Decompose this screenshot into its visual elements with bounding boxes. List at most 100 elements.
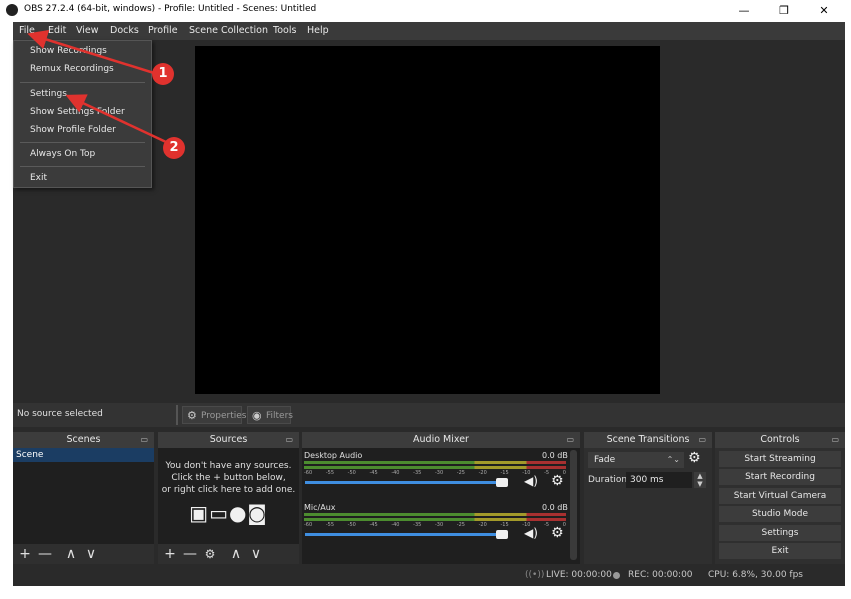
transition-select[interactable]: Fade ⌃⌄ bbox=[588, 452, 684, 468]
scene-item[interactable]: Scene bbox=[13, 448, 154, 462]
menu-show-recordings[interactable]: Show Recordings bbox=[14, 42, 151, 60]
duration-stepper[interactable]: ▲ ▼ bbox=[694, 472, 706, 488]
start-virtual-camera-button[interactable]: Start Virtual Camera bbox=[719, 488, 841, 504]
filters-button[interactable]: ◉ Filters bbox=[247, 406, 293, 424]
obs-logo-icon bbox=[6, 4, 18, 16]
scenes-toolbar: + — ∧ ∨ bbox=[13, 544, 154, 564]
transitions-title: Scene Transitions bbox=[606, 434, 690, 445]
close-button[interactable]: ✕ bbox=[805, 0, 843, 22]
controls-body: Start Streaming Start Recording Start Vi… bbox=[715, 448, 845, 564]
volume-slider-handle[interactable] bbox=[496, 530, 508, 539]
cpu-fps-readout: CPU: 6.8%, 30.00 fps bbox=[708, 570, 803, 580]
add-scene-icon[interactable]: + bbox=[17, 544, 33, 564]
menu-always-on-top[interactable]: Always On Top bbox=[14, 145, 151, 163]
menu-docks[interactable]: Docks bbox=[110, 22, 139, 40]
context-divider bbox=[176, 405, 178, 425]
undock-icon[interactable]: ▭ bbox=[140, 432, 148, 448]
sources-empty-line: or right click here to add one. bbox=[161, 485, 296, 495]
speaker-icon[interactable]: ◀) bbox=[524, 474, 538, 488]
audio-mixer-title: Audio Mixer bbox=[413, 434, 469, 445]
volume-meter bbox=[304, 466, 566, 469]
sources-dock-header: Sources ▭ bbox=[158, 432, 299, 448]
channel-level: 0.0 dB bbox=[542, 503, 568, 512]
settings-button[interactable]: Settings bbox=[719, 525, 841, 541]
menu-separator bbox=[20, 82, 145, 83]
menu-remux-recordings[interactable]: Remux Recordings bbox=[14, 60, 151, 78]
start-recording-button[interactable]: Start Recording bbox=[719, 469, 841, 485]
scene-transitions-dock: Scene Transitions ▭ Fade ⌃⌄ ⚙ Duration 3… bbox=[584, 432, 712, 564]
speaker-icon[interactable]: ◀) bbox=[524, 526, 538, 540]
volume-meter bbox=[304, 461, 566, 464]
sources-list[interactable]: You don't have any sources. Click the + … bbox=[158, 448, 299, 544]
remove-scene-icon[interactable]: — bbox=[37, 544, 53, 564]
annotation-badge-2: 2 bbox=[163, 137, 185, 159]
scenes-dock-title: Scenes bbox=[66, 434, 101, 445]
sources-empty-line: Click the + button below, bbox=[171, 473, 286, 483]
menu-profile[interactable]: Profile bbox=[148, 22, 178, 40]
move-down-icon[interactable]: ∨ bbox=[83, 544, 99, 564]
scenes-dock: Scenes ▭ Scene + — ∧ ∨ bbox=[13, 432, 154, 564]
menu-scene-collection[interactable]: Scene Collection bbox=[189, 22, 268, 40]
volume-slider[interactable] bbox=[305, 481, 505, 484]
menu-tools[interactable]: Tools bbox=[273, 22, 296, 40]
menu-show-settings-folder[interactable]: Show Settings Folder bbox=[14, 103, 151, 121]
filters-label: Filters bbox=[266, 411, 293, 421]
camera-icon: ◙ bbox=[247, 501, 268, 525]
chevron-updown-icon: ⌃⌄ bbox=[666, 455, 680, 464]
menu-help[interactable]: Help bbox=[307, 22, 329, 40]
maximize-button[interactable]: ❐ bbox=[765, 0, 803, 22]
minimize-button[interactable]: — bbox=[725, 0, 763, 22]
move-down-icon[interactable]: ∨ bbox=[248, 544, 264, 564]
move-up-icon[interactable]: ∧ bbox=[63, 544, 79, 564]
volume-meter bbox=[304, 513, 566, 516]
browser-globe-icon: ● bbox=[228, 501, 248, 525]
source-settings-gear-icon[interactable]: ⚙ bbox=[202, 544, 218, 564]
live-timer: LIVE: 00:00:00 bbox=[546, 570, 612, 580]
duration-input[interactable]: 300 ms bbox=[626, 472, 692, 488]
scenes-list[interactable]: Scene bbox=[13, 448, 154, 544]
exit-button[interactable]: Exit bbox=[719, 543, 841, 559]
menu-show-profile-folder[interactable]: Show Profile Folder bbox=[14, 121, 151, 139]
monitor-icon: ▭ bbox=[209, 501, 229, 525]
sources-dock-title: Sources bbox=[209, 434, 248, 445]
live-signal-icon: ((•)) bbox=[525, 570, 545, 580]
menu-bar: File Edit View Docks Profile Scene Colle… bbox=[13, 22, 845, 40]
undock-icon[interactable]: ▭ bbox=[698, 432, 706, 448]
transitions-header: Scene Transitions ▭ bbox=[584, 432, 712, 448]
volume-slider-handle[interactable] bbox=[496, 478, 508, 487]
properties-button[interactable]: ⚙ Properties bbox=[182, 406, 246, 424]
menu-exit[interactable]: Exit bbox=[14, 169, 151, 187]
move-up-icon[interactable]: ∧ bbox=[228, 544, 244, 564]
gear-icon[interactable]: ⚙ bbox=[551, 473, 564, 489]
undock-icon[interactable]: ▭ bbox=[831, 432, 839, 448]
controls-header: Controls ▭ bbox=[715, 432, 845, 448]
controls-title: Controls bbox=[760, 434, 800, 445]
rec-timer: REC: 00:00:00 bbox=[628, 570, 693, 580]
start-streaming-button[interactable]: Start Streaming bbox=[719, 451, 841, 467]
add-source-icon[interactable]: + bbox=[162, 544, 178, 564]
duration-label: Duration bbox=[588, 475, 628, 485]
window-title: OBS 27.2.4 (64-bit, windows) - Profile: … bbox=[24, 4, 317, 14]
volume-slider[interactable] bbox=[305, 533, 505, 536]
gear-icon[interactable]: ⚙ bbox=[551, 525, 564, 541]
menu-settings[interactable]: Settings bbox=[14, 85, 151, 103]
rec-dot-icon bbox=[613, 572, 620, 579]
preview-canvas[interactable] bbox=[195, 46, 660, 394]
gear-icon[interactable]: ⚙ bbox=[688, 450, 701, 466]
channel-name: Mic/Aux bbox=[304, 503, 336, 512]
undock-icon[interactable]: ▭ bbox=[566, 432, 574, 448]
sources-empty-message: You don't have any sources. Click the + … bbox=[158, 460, 299, 496]
mixer-scrollbar[interactable] bbox=[570, 450, 577, 560]
menu-view[interactable]: View bbox=[76, 22, 99, 40]
menu-file[interactable]: File bbox=[19, 22, 35, 40]
studio-mode-button[interactable]: Studio Mode bbox=[719, 506, 841, 522]
source-type-icons: ▣▭●◙ bbox=[178, 502, 279, 524]
undock-icon[interactable]: ▭ bbox=[285, 432, 293, 448]
scenes-dock-header: Scenes ▭ bbox=[13, 432, 154, 448]
menu-edit[interactable]: Edit bbox=[48, 22, 66, 40]
controls-dock: Controls ▭ Start Streaming Start Recordi… bbox=[715, 432, 845, 564]
menu-separator bbox=[20, 166, 145, 167]
image-icon: ▣ bbox=[189, 501, 210, 525]
audio-mixer-body: Desktop Audio 0.0 dB -60 -55 -50 -45 -40 -35-… bbox=[302, 448, 580, 564]
remove-source-icon[interactable]: — bbox=[182, 544, 198, 564]
